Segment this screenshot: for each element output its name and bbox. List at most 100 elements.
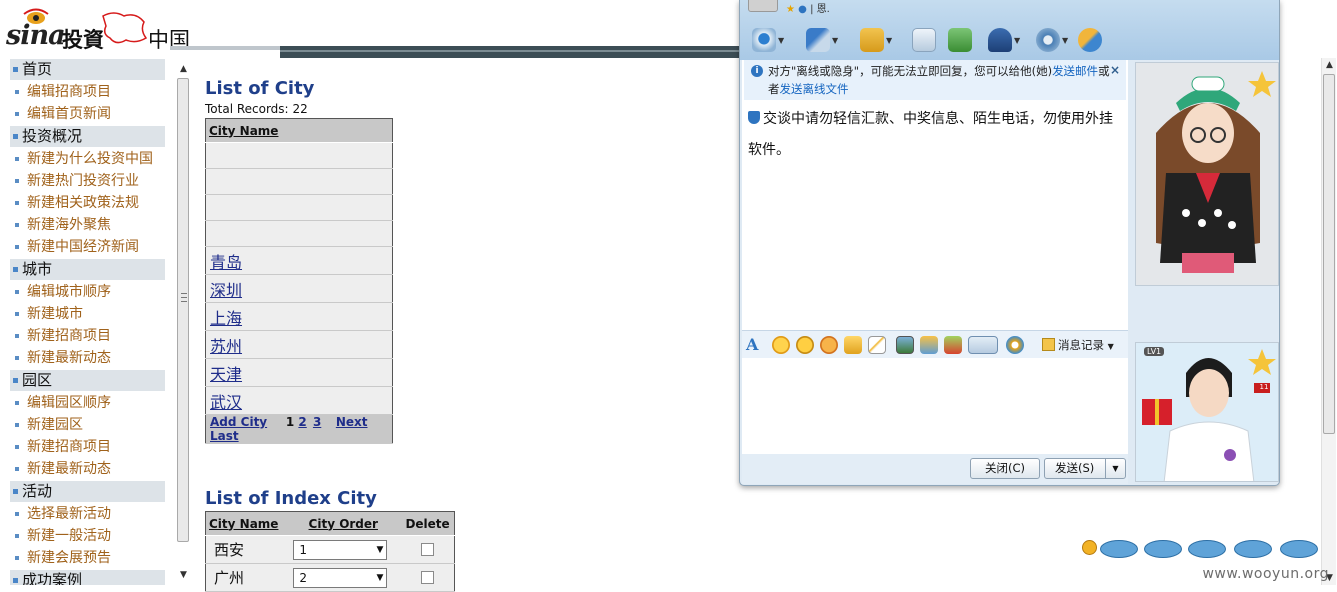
sidebar-link[interactable]: 新建相关政策法规 [0,192,175,214]
chat-history-pane[interactable]: i 对方"离线或隐身"，可能无法立即回复，您可以给他(她)发送邮件或者发送离线文… [742,60,1128,330]
next-page-link[interactable]: Next [336,415,368,429]
add-city-link[interactable]: Add City [210,415,267,429]
emoticon-icon[interactable] [772,336,790,354]
refresh-icon [1078,28,1102,52]
sidebar-link[interactable]: 编辑招商项目 [0,81,175,103]
page-scroll-thumb[interactable] [1323,74,1335,434]
sidebar-section-4[interactable]: 活动 [10,481,165,502]
chevron-down-icon[interactable]: ▼ [886,36,892,45]
index-city-table: City Name City Order Delete 西安 1 广州2 [205,511,455,592]
city-link[interactable]: 苏州 [210,337,242,356]
app-settings-button[interactable]: ▼ [1034,26,1070,54]
sidebar-section-5[interactable]: 成功案例 [10,570,165,585]
last-page-link[interactable]: Last [210,429,239,443]
table-row: 深圳 [205,274,393,303]
sidebar-section-0[interactable]: 首页 [10,59,165,80]
sidebar-link[interactable]: 新建招商项目 [0,436,175,458]
tray-bubble-icon-1[interactable] [1100,540,1138,558]
image-icon[interactable] [896,336,914,354]
sidebar-link[interactable]: 新建一般活动 [0,525,175,547]
tray-bubble-icon-3[interactable] [1188,540,1226,558]
magic-emoticon-icon[interactable] [796,336,814,354]
font-icon[interactable]: A [746,336,764,354]
sidebar-link[interactable]: 选择最新活动 [0,503,175,525]
city-order-header[interactable]: City Order [285,511,402,536]
close-chat-button[interactable]: 关闭(C) [970,458,1040,479]
create-group-button[interactable] [946,26,982,54]
sidebar-section-2[interactable]: 城市 [10,259,165,280]
tray-bubble-icon-2[interactable] [1144,540,1182,558]
gift-icon[interactable] [944,336,962,354]
city-order-select[interactable]: 1 [293,539,388,560]
table-row: 武汉 [205,386,393,415]
page-scroll-up-icon[interactable]: ▲ [1322,58,1337,72]
remote-assist-button[interactable]: ▼ [986,26,1022,54]
city-name-column-header[interactable]: City Name [205,118,393,143]
sidebar-link[interactable]: 编辑首页新闻 [0,103,175,125]
city-link[interactable]: 深圳 [210,281,242,300]
city-link[interactable]: 青岛 [210,253,242,272]
qq-chat-window: ★ ● | 恩. ▼ ▼ ▼ ▼ ▼ i 对方"离线或隐身"，可能无法立即回复，… [739,0,1280,486]
sidebar-link[interactable]: 新建最新动态 [0,458,175,480]
scroll-down-arrow-icon[interactable]: ▼ [176,568,191,582]
sidebar-link[interactable]: 新建海外聚焦 [0,214,175,236]
send-message-button[interactable]: 发送(S) ▼ [1044,458,1126,479]
format-toolbar: A 消息记录 ▼ [742,330,1128,358]
chevron-down-icon[interactable]: ▼ [1062,36,1068,45]
chevron-down-icon[interactable]: ▼ [778,36,784,45]
sidebar-link[interactable]: 新建中国经济新闻 [0,236,175,258]
refresh-button[interactable] [1076,26,1112,54]
contact-qq-show[interactable] [1135,62,1279,286]
delete-checkbox[interactable] [421,571,435,584]
screenshot-icon[interactable] [968,336,998,354]
sidebar-link[interactable]: 编辑园区顺序 [0,392,175,414]
message-input[interactable] [742,358,1128,454]
city-link[interactable]: 武汉 [210,393,242,412]
send-mail-link[interactable]: 发送邮件 [1052,64,1098,78]
scroll-thumb[interactable] [177,78,189,542]
nudge-icon[interactable] [820,336,838,354]
send-button-label: 发送(S) [1055,461,1095,475]
sidebar-link[interactable]: 新建为什么投资中国 [0,148,175,170]
page-3-link[interactable]: 3 [313,415,321,429]
sidebar-link[interactable]: 编辑城市顺序 [0,281,175,303]
sidebar-link[interactable]: 新建城市 [0,303,175,325]
contact-status-text: | 恩. [810,4,830,15]
tray-bubble-icon-4[interactable] [1234,540,1272,558]
delete-checkbox[interactable] [421,543,435,556]
message-history-button[interactable]: 消息记录 ▼ [1042,337,1114,353]
video-chat-button[interactable]: ▼ [750,26,786,54]
sidebar-link[interactable]: 新建园区 [0,414,175,436]
sidebar-link[interactable]: 新建招商项目 [0,325,175,347]
scroll-up-arrow-icon[interactable]: ▲ [176,62,191,76]
close-notice-icon[interactable]: × [1110,61,1120,79]
voice-chat-button[interactable]: ▼ [804,26,840,54]
sidebar-link[interactable]: 新建最新动态 [0,347,175,369]
send-offline-file-link[interactable]: 发送离线文件 [780,82,849,96]
send-file-button[interactable]: ▼ [858,26,894,54]
sidebar-section-3[interactable]: 园区 [10,370,165,391]
index-city-name-header[interactable]: City Name [205,511,286,536]
coin-icon[interactable] [1082,540,1097,555]
sidebar-link[interactable]: 新建热门投资行业 [0,170,175,192]
music-icon[interactable] [920,336,938,354]
contact-avatar[interactable] [748,0,778,12]
city-link[interactable]: 上海 [210,309,242,328]
header-divider-dark [280,46,750,58]
chevron-down-icon[interactable]: ▼ [1014,36,1020,45]
sidebar-scrollbar[interactable]: ▲ ▼ [176,62,191,582]
gesture-icon[interactable] [844,336,862,354]
qq-service-icon[interactable] [1006,336,1024,354]
send-options-chevron-icon[interactable]: ▼ [1105,459,1125,478]
page-2-link[interactable]: 2 [298,415,306,429]
page-scrollbar[interactable]: ▲ ▼ [1321,58,1336,585]
tray-bubble-icon-5[interactable] [1280,540,1318,558]
qq-title-area[interactable]: ★ ● | 恩. ▼ ▼ ▼ ▼ ▼ [740,0,1279,60]
sidebar-section-1[interactable]: 投资概况 [10,126,165,147]
doodle-icon[interactable] [868,336,886,354]
chevron-down-icon[interactable]: ▼ [832,36,838,45]
city-link[interactable]: 天津 [210,365,242,384]
send-mail-button[interactable] [910,26,946,54]
sidebar-link[interactable]: 新建会展预告 [0,547,175,569]
my-qq-show[interactable]: LV1 11 [1135,342,1279,482]
